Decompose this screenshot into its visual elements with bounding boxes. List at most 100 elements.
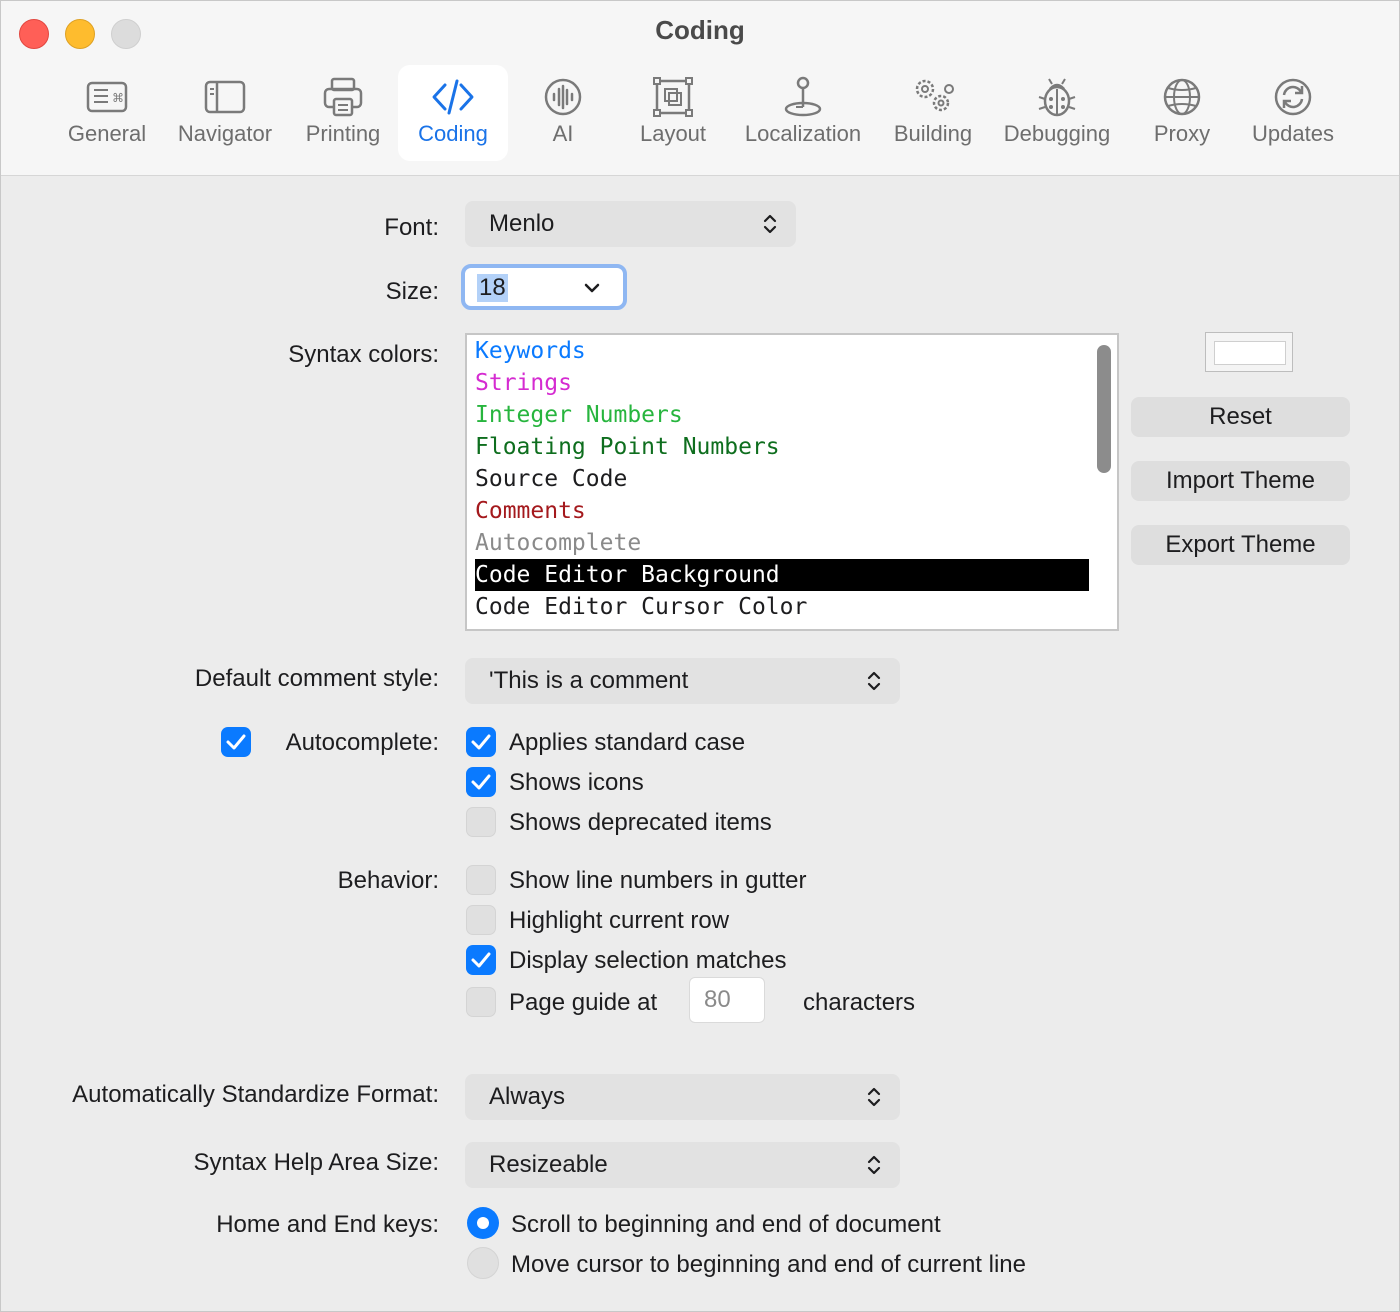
- size-value[interactable]: 18: [477, 274, 508, 302]
- font-popup[interactable]: Menlo: [465, 201, 796, 247]
- printer-icon: [323, 77, 363, 117]
- scroll-document-label: Scroll to beginning and end of document: [511, 1211, 941, 1238]
- comment-style-popup[interactable]: 'This is a comment: [465, 658, 900, 704]
- import-theme-button[interactable]: Import Theme: [1131, 461, 1350, 501]
- tab-building-label: Building: [893, 121, 973, 146]
- waveform-icon: [544, 78, 582, 116]
- size-label: Size:: [385, 278, 439, 305]
- tab-ai[interactable]: AI: [527, 65, 599, 161]
- syntax-help-value: Resizeable: [489, 1151, 608, 1178]
- svg-text:⌘: ⌘: [112, 91, 124, 105]
- tab-proxy-label: Proxy: [1153, 121, 1211, 146]
- move-cursor-line-radio[interactable]: [467, 1247, 499, 1279]
- checkmark-icon: [471, 734, 491, 750]
- standardize-format-popup[interactable]: Always: [465, 1074, 900, 1120]
- tab-debugging-label: Debugging: [1003, 121, 1111, 146]
- reset-button[interactable]: Reset: [1131, 397, 1350, 437]
- shows-icons-checkbox[interactable]: [466, 767, 496, 797]
- tab-debugging[interactable]: Debugging: [995, 65, 1119, 161]
- tab-building[interactable]: Building: [885, 65, 981, 161]
- tab-layout[interactable]: Layout: [627, 65, 719, 161]
- checkmark-icon: [471, 774, 491, 790]
- syntax-list-scrollbar[interactable]: [1093, 341, 1111, 621]
- ladybug-icon: [1038, 78, 1076, 117]
- up-down-chevron-icon: [867, 671, 881, 691]
- tab-layout-label: Layout: [639, 121, 707, 146]
- size-combobox[interactable]: 18: [461, 264, 627, 310]
- up-down-chevron-icon: [867, 1087, 881, 1107]
- syntax-item-integer-numbers[interactable]: Integer Numbers: [475, 399, 683, 431]
- page-guide-width-field[interactable]: 80: [689, 977, 765, 1023]
- display-selection-matches-checkbox[interactable]: [466, 945, 496, 975]
- page-guide-characters-label: characters: [803, 989, 916, 1016]
- show-line-numbers-label: Show line numbers in gutter: [509, 867, 807, 894]
- display-selection-matches-label: Display selection matches: [509, 947, 787, 974]
- layout-frame-icon: [653, 77, 693, 117]
- tab-coding[interactable]: Coding: [398, 65, 508, 161]
- export-theme-button[interactable]: Export Theme: [1131, 525, 1350, 565]
- tab-general-label: General: [67, 121, 147, 146]
- applies-standard-case-checkbox[interactable]: [466, 727, 496, 757]
- syntax-item-comments[interactable]: Comments: [475, 495, 586, 527]
- autocomplete-label: Autocomplete:: [285, 729, 439, 756]
- move-cursor-line-label: Move cursor to beginning and end of curr…: [511, 1251, 1026, 1278]
- globe-icon: [1163, 78, 1201, 116]
- syntax-colors-label: Syntax colors:: [288, 341, 439, 368]
- behavior-label: Behavior:: [337, 867, 439, 894]
- font-label: Font:: [384, 214, 439, 241]
- highlight-current-row-label: Highlight current row: [509, 907, 730, 934]
- checkmark-icon: [226, 734, 246, 750]
- syntax-item-floating-point-numbers[interactable]: Floating Point Numbers: [475, 431, 780, 463]
- keyboard-icon: ⌘: [86, 81, 128, 113]
- standardize-format-label: Automatically Standardize Format:: [72, 1081, 439, 1108]
- tab-navigator[interactable]: Navigator: [167, 65, 283, 161]
- syntax-item-strings[interactable]: Strings: [475, 367, 572, 399]
- joystick-icon: [784, 76, 822, 117]
- highlight-current-row-checkbox[interactable]: [466, 905, 496, 935]
- sidebar-icon: [204, 80, 246, 114]
- standardize-format-value: Always: [489, 1083, 566, 1110]
- syntax-help-popup[interactable]: Resizeable: [465, 1142, 900, 1188]
- syntax-help-label: Syntax Help Area Size:: [193, 1149, 439, 1176]
- autocomplete-checkbox[interactable]: [221, 727, 251, 757]
- tab-updates-label: Updates: [1252, 121, 1334, 146]
- up-down-chevron-icon: [867, 1155, 881, 1175]
- syntax-item-code-editor-background[interactable]: Code Editor Background: [475, 559, 1089, 591]
- applies-standard-case-label: Applies standard case: [509, 729, 746, 756]
- code-brackets-icon: [432, 79, 474, 115]
- scrollbar-thumb[interactable]: [1097, 345, 1111, 473]
- page-guide-label: Page guide at: [509, 989, 658, 1016]
- shows-deprecated-items-label: Shows deprecated items: [509, 809, 772, 836]
- tab-localization-label: Localization: [744, 121, 862, 146]
- shows-deprecated-items-checkbox[interactable]: [466, 807, 496, 837]
- scroll-document-radio[interactable]: [467, 1207, 499, 1239]
- tab-printing[interactable]: Printing: [295, 65, 391, 161]
- color-well[interactable]: [1205, 332, 1293, 372]
- tab-general[interactable]: ⌘ General: [59, 65, 155, 161]
- font-popup-value: Menlo: [489, 210, 555, 237]
- shows-icons-label: Shows icons: [509, 769, 644, 796]
- show-line-numbers-checkbox[interactable]: [466, 865, 496, 895]
- refresh-icon: [1274, 78, 1312, 116]
- syntax-item-code-editor-cursor-color[interactable]: Code Editor Cursor Color: [475, 591, 807, 623]
- up-down-chevron-icon: [763, 214, 777, 234]
- preferences-window: Coding ⌘ General Navigator Printing Codi…: [0, 0, 1400, 1312]
- page-guide-checkbox[interactable]: [466, 987, 496, 1017]
- syntax-colors-list[interactable]: Keywords Strings Integer Numbers Floatin…: [465, 333, 1119, 631]
- tab-proxy[interactable]: Proxy: [1143, 65, 1221, 161]
- home-end-label: Home and End keys:: [216, 1211, 439, 1238]
- tab-coding-label: Coding: [418, 121, 488, 146]
- comment-style-label: Default comment style:: [194, 665, 439, 692]
- syntax-item-autocomplete[interactable]: Autocomplete: [475, 527, 641, 559]
- comment-style-value: 'This is a comment: [489, 667, 689, 694]
- tab-localization[interactable]: Localization: [733, 65, 873, 161]
- syntax-item-source-code[interactable]: Source Code: [475, 463, 627, 495]
- coding-preferences-pane: Font: Menlo Size: 18 Syntax colors: Keyw…: [1, 176, 1399, 1311]
- chevron-down-icon[interactable]: [581, 278, 603, 298]
- tab-printing-label: Printing: [305, 121, 381, 146]
- tab-updates[interactable]: Updates: [1241, 65, 1345, 161]
- radio-dot: [477, 1217, 489, 1229]
- checkmark-icon: [471, 952, 491, 968]
- syntax-item-keywords[interactable]: Keywords: [475, 335, 586, 367]
- tab-ai-label: AI: [552, 121, 574, 146]
